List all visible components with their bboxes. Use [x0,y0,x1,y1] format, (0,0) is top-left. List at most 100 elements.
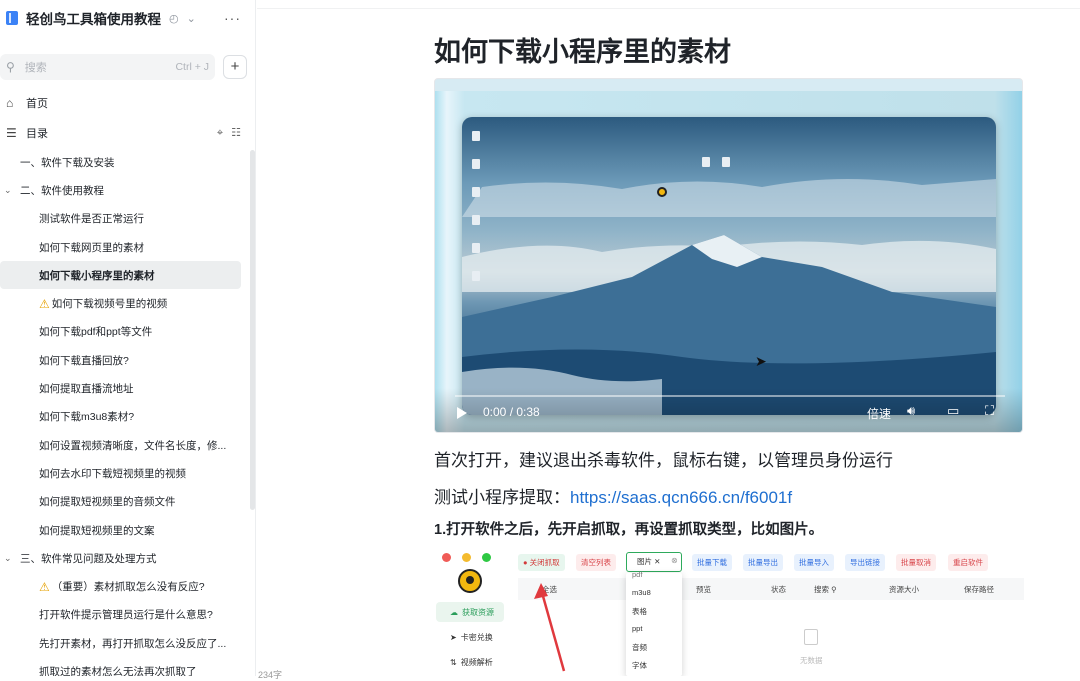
search-shortcut: Ctrl + J [175,61,209,73]
col-size: 资源大小 [889,585,919,594]
chevron-down-icon[interactable]: ⌄ [4,553,20,564]
toc-item-label: 三、软件常见问题及处理方式 [20,552,157,565]
video-player[interactable]: ➤ 0:00 / 0:38 倍速 🔊︎ ▭ ⛶ [434,78,1023,433]
dropdown-option: 音频 [632,643,647,652]
toc-item-label: 如何提取短视频里的文案 [39,524,155,537]
toc-item-label: 如何下载视频号里的视频 [51,298,168,311]
chevron-down-icon[interactable]: ⌄ [187,12,196,25]
minimize-dot [462,553,471,562]
step-1-heading: 1.打开软件之后，先开启抓取，再设置抓取类型，比如图片。 [434,522,824,538]
swap-icon: ⇅ [450,657,457,667]
toc-tools: ⌖☷ [217,126,249,140]
col-search: 搜索 ⚲ [814,585,837,594]
add-button[interactable]: + [223,55,247,79]
maximize-dot [482,553,491,562]
desktop-icon [472,159,480,169]
app-batch-download-button: 批量下载 [692,554,732,571]
col-preview: 预览 [696,585,711,594]
more-horizontal-icon[interactable]: ··· [224,10,241,26]
playback-speed-button[interactable]: 倍速 [867,405,891,422]
toc-item[interactable]: 如何提取短视频里的音频文件 [0,488,241,516]
toc-item[interactable]: 抓取过的素材怎么无法再次抓取了 [0,657,241,676]
toc-item-label: 抓取过的素材怎么无法再次抓取了 [39,665,197,676]
desktop-icon [702,157,710,167]
toc-item-label: 如何下载直播回放? [39,354,129,367]
video-time: 0:00 / 0:38 [483,405,540,419]
toc-item-label: 如何提取短视频里的音频文件 [39,496,176,509]
test-link[interactable]: https://saas.qcn666.cn/f6001f [570,488,792,507]
toc-item-label: 如何下载小程序里的素材 [39,269,155,282]
toc-item[interactable]: 如何设置视频清晰度，文件名长度，修... [0,431,241,459]
col-search-label: 搜索 [814,585,829,594]
app-restart-button: 重启软件 [948,554,988,571]
window-controls [442,549,502,567]
list-icon: ☰ [6,126,17,140]
top-divider [257,8,1080,9]
volume-icon[interactable]: 🔊︎ [907,403,915,419]
warning-icon: ⚠ [39,579,50,594]
dropdown-option: 字体 [632,661,647,670]
toc-item[interactable]: ⌄ 二、软件使用教程 [0,176,241,204]
nav-home-label: 首页 [26,98,48,110]
desktop-icon [472,215,480,225]
settings-circle-icon[interactable]: ◴ [169,12,179,25]
toc-item[interactable]: 如何下载网页里的素材 [0,233,241,261]
video-progress-bar[interactable] [455,395,1005,397]
toc-item[interactable]: 如何下载m3u8素材? [0,403,241,431]
toc-item[interactable]: 如何下载直播回放? [0,346,241,374]
chevron-down-icon[interactable]: ⌄ [4,185,20,196]
app-batch-export-button: 批量导出 [743,554,783,571]
empty-data-text: 无数据 [800,656,823,665]
dropdown-option: pdf [632,570,643,579]
book-icon [6,11,18,25]
app-batch-cancel-button: 批量取消 [896,554,936,571]
toc-item-label: 二、软件使用教程 [20,184,104,197]
toc-item[interactable]: 如何提取短视频里的文案 [0,516,241,544]
col-status: 状态 [771,585,786,594]
knowledge-base-title[interactable]: 轻创鸟工具箱使用教程 [26,8,161,28]
fullscreen-icon[interactable]: ⛶ [985,403,994,419]
video-controls: 0:00 / 0:38 倍速 🔊︎ ▭ ⛶ [435,388,1022,432]
play-icon[interactable] [457,407,467,419]
sidebar-scrollbar[interactable] [250,150,255,510]
app-logo-icon [458,569,482,593]
toc-item[interactable]: ⌄ 三、软件常见问题及处理方式 [0,544,241,572]
app-type-dropdown: pdf m3u8 表格 ppt 音频 字体 [626,570,682,676]
toc-item[interactable]: ⚠ 如何下载视频号里的视频 [0,289,241,317]
toc-item-label: 一、软件下载及安装 [20,156,115,169]
mouse-cursor-icon: ➤ [755,353,767,369]
nav-toc[interactable]: ☰ 目录 ⌖☷ [0,118,255,148]
toc-item-label: 如何下载m3u8素材? [39,411,135,424]
close-dot [442,553,451,562]
app-table-header: 全选 预览 状态 搜索 ⚲ 资源大小 保存路径 [518,578,1024,600]
sidebar: 轻创鸟工具箱使用教程 ◴ ⌄ ··· ⚲ 搜索 Ctrl + J + ⌂ 首页 … [0,0,256,676]
toc-item[interactable]: 如何下载pdf和ppt等文件 [0,318,241,346]
search-placeholder: 搜索 [24,62,47,74]
paragraph-first-open: 首次打开，建议退出杀毒软件，鼠标右键，以管理员身份运行 [434,451,893,470]
toc-item[interactable]: 先打开素材，再打开抓取怎么没反应了... [0,629,241,657]
red-arrow-annotation [534,583,566,672]
locate-icon[interactable]: ⌖ [217,127,231,139]
picture-in-picture-icon[interactable]: ▭ [947,403,959,419]
toc-item[interactable]: 测试软件是否正常运行 [0,205,241,233]
toc-item[interactable]: 如何去水印下载短视频里的视频 [0,459,241,487]
toc-item[interactable]: 打开软件提示管理员运行是什么意思? [0,601,241,629]
app-batch-import-button: 批量导入 [794,554,834,571]
toc-item[interactable]: 如何提取直播流地址 [0,374,241,402]
desktop-icon [472,243,480,253]
home-icon: ⌂ [6,96,14,110]
nav-home[interactable]: ⌂ 首页 [0,88,255,118]
test-link-prefix: 测试小程序提取： [434,488,570,507]
app-nav-label: 视频解析 [460,657,493,667]
desktop-icon [722,157,730,167]
toc-item[interactable]: 如何下载小程序里的素材 [0,261,241,290]
paragraph-test-link: 测试小程序提取：https://saas.qcn666.cn/f6001f [434,483,792,508]
video-desktop-screenshot [462,117,996,415]
toc-item[interactable]: 一、软件下载及安装 [0,148,241,176]
toc-item[interactable]: ⚠ （重要）素材抓取怎么没有反应? [0,572,241,600]
dropdown-option: ppt [632,624,643,633]
app-nav-label: 卡密兑换 [460,632,493,642]
collapse-list-icon[interactable]: ☷ [231,127,249,139]
desktop-icon [472,187,480,197]
search-input[interactable]: ⚲ 搜索 Ctrl + J [0,54,215,80]
